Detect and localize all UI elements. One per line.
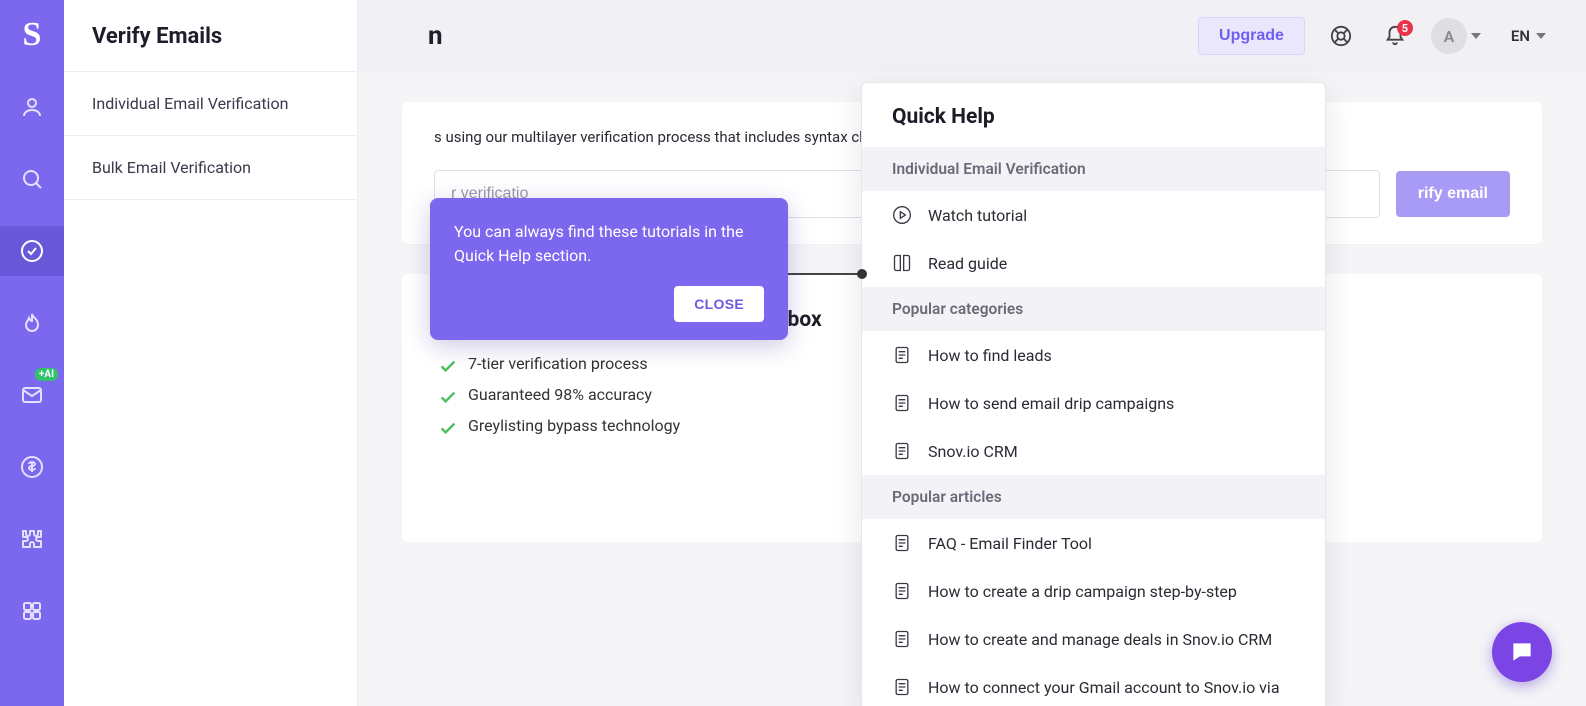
quick-help-title: Quick Help <box>862 83 1325 147</box>
quick-help-item[interactable]: How to find leads <box>862 331 1325 379</box>
dollar-circle-icon <box>20 455 44 479</box>
doc-icon <box>892 441 912 461</box>
tooltip-connector <box>788 273 862 275</box>
quick-help-item[interactable]: Snov.io CRM <box>862 427 1325 475</box>
quick-help-item-label: Watch tutorial <box>928 206 1027 225</box>
nav-campaigns[interactable]: +AI <box>0 370 64 420</box>
nav-warmup[interactable] <box>0 298 64 348</box>
lifebuoy-icon <box>1330 25 1352 47</box>
language-selector[interactable]: EN <box>1511 27 1546 45</box>
help-center-button[interactable] <box>1323 18 1359 54</box>
quick-help-item-label: Read guide <box>928 254 1007 273</box>
chat-icon <box>1509 639 1535 665</box>
quick-help-item-label: How to connect your Gmail account to Sno… <box>928 678 1280 697</box>
person-icon <box>20 95 44 119</box>
nav-rail: S +AI <box>0 0 64 706</box>
quick-help-item-label: Snov.io CRM <box>928 442 1018 461</box>
quick-help-item[interactable]: How to send email drip campaigns <box>862 379 1325 427</box>
tooltip-text: You can always find these tutorials in t… <box>454 220 764 268</box>
account-menu[interactable]: A <box>1431 18 1481 54</box>
tooltip-close-button[interactable]: CLOSE <box>674 286 764 322</box>
chevron-down-icon <box>1536 33 1546 39</box>
doc-icon <box>892 677 912 697</box>
check-icon <box>440 389 456 401</box>
quick-help-section: Popular articles <box>862 475 1325 519</box>
quick-help-item[interactable]: How to create and manage deals in Snov.i… <box>862 615 1325 663</box>
chevron-down-icon <box>1471 33 1481 39</box>
doc-icon <box>892 393 912 413</box>
doc-icon <box>892 581 912 601</box>
quick-help-item-label: How to find leads <box>928 346 1052 365</box>
promo-bullet: Guaranteed 98% accuracy <box>440 385 822 404</box>
flame-icon <box>20 311 44 335</box>
nav-apps[interactable] <box>0 586 64 636</box>
promo-bullet-text: Guaranteed 98% accuracy <box>468 385 652 404</box>
nav-deals[interactable] <box>0 442 64 492</box>
divider <box>64 199 357 200</box>
language-label: EN <box>1511 27 1530 45</box>
avatar: A <box>1431 18 1467 54</box>
chat-button[interactable] <box>1492 622 1552 682</box>
upgrade-button[interactable]: Upgrade <box>1198 17 1305 55</box>
quick-help-section: Popular categories <box>862 287 1325 331</box>
nav-verify[interactable] <box>0 226 64 276</box>
doc-icon <box>892 345 912 365</box>
grid-icon <box>20 599 44 623</box>
check-icon <box>440 420 456 432</box>
verify-email-button[interactable]: rify email <box>1396 171 1510 217</box>
onboarding-tooltip: You can always find these tutorials in t… <box>430 198 788 340</box>
quick-help-item-label: How to create and manage deals in Snov.i… <box>928 630 1272 649</box>
promo-bullet-text: Greylisting bypass technology <box>468 416 680 435</box>
quick-help-item[interactable]: How to create a drip campaign step-by-st… <box>862 567 1325 615</box>
check-icon <box>440 358 456 370</box>
nav-extensions[interactable] <box>0 514 64 564</box>
ai-badge: +AI <box>35 368 58 381</box>
doc-icon <box>892 629 912 649</box>
quick-help-item[interactable]: FAQ - Email Finder Tool <box>862 519 1325 567</box>
notification-count: 5 <box>1397 20 1413 36</box>
nav-contacts[interactable] <box>0 82 64 132</box>
mail-icon <box>20 383 44 407</box>
nav-search[interactable] <box>0 154 64 204</box>
submenu-title: Verify Emails <box>64 0 357 71</box>
quick-help-item-label: How to create a drip campaign step-by-st… <box>928 582 1237 601</box>
promo-bullet: Greylisting bypass technology <box>440 416 822 435</box>
play-circle-icon <box>892 205 912 225</box>
submenu-panel: Verify Emails Individual Email Verificat… <box>64 0 358 706</box>
quick-help-panel: Quick Help Individual Email Verification… <box>861 82 1326 706</box>
promo-bullet-text: 7-tier verification process <box>468 354 648 373</box>
logo[interactable]: S <box>7 10 57 60</box>
search-icon <box>20 167 44 191</box>
check-circle-icon <box>20 239 44 263</box>
quick-help-section: Individual Email Verification <box>862 147 1325 191</box>
notifications-button[interactable]: 5 <box>1377 18 1413 54</box>
page-title: n <box>428 21 443 51</box>
submenu-item-individual[interactable]: Individual Email Verification <box>64 72 357 135</box>
doc-icon <box>892 533 912 553</box>
quick-help-item[interactable]: How to connect your Gmail account to Sno… <box>862 663 1325 706</box>
quick-help-item-label: FAQ - Email Finder Tool <box>928 534 1092 553</box>
book-icon <box>892 253 912 273</box>
quick-help-item-watch-tutorial[interactable]: Watch tutorial <box>862 191 1325 239</box>
promo-bullet: 7-tier verification process <box>440 354 822 373</box>
puzzle-icon <box>20 527 44 551</box>
quick-help-item-label: How to send email drip campaigns <box>928 394 1174 413</box>
quick-help-item-read-guide[interactable]: Read guide <box>862 239 1325 287</box>
submenu-item-bulk[interactable]: Bulk Email Verification <box>64 136 357 199</box>
